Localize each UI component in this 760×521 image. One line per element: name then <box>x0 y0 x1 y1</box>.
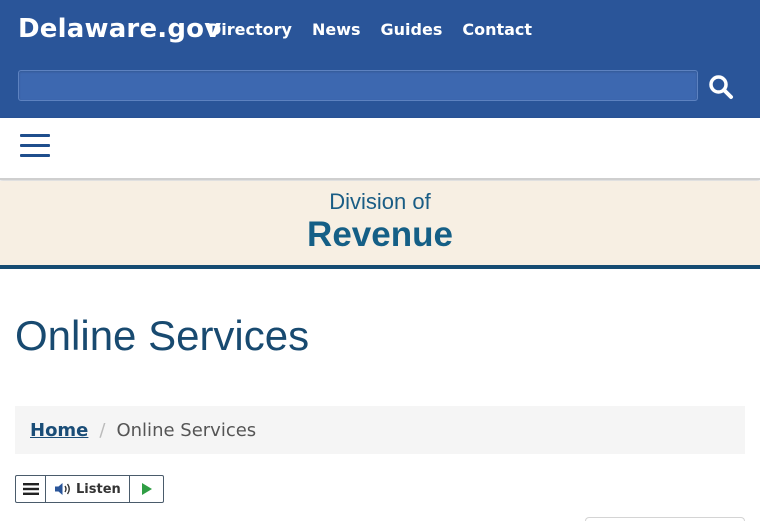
breadcrumb-current: Online Services <box>116 419 257 441</box>
search-button[interactable] <box>706 72 736 102</box>
breadcrumb-separator: / <box>99 419 106 441</box>
hamburger-line <box>20 144 50 147</box>
page-title: Online Services <box>15 312 310 359</box>
menu-lines-icon <box>22 483 39 495</box>
site-brand-link[interactable]: Delaware.gov <box>18 14 221 44</box>
site-header: Delaware.gov Directory News Guides Conta… <box>0 0 760 118</box>
breadcrumb-home-link[interactable]: Home <box>30 420 88 441</box>
breadcrumb: Home / Online Services <box>15 406 745 454</box>
search-input[interactable] <box>18 70 698 101</box>
division-banner[interactable]: Division of Revenue <box>0 181 760 269</box>
speaker-icon <box>55 483 70 495</box>
readspeaker-menu-button[interactable] <box>16 476 46 502</box>
nav-link-news[interactable]: News <box>312 20 361 39</box>
search-icon <box>709 75 733 99</box>
sidebar-panel-edge <box>585 517 745 521</box>
hamburger-menu-icon[interactable] <box>20 134 50 158</box>
banner-revenue-text: Revenue <box>307 215 453 254</box>
nav-link-directory[interactable]: Directory <box>208 20 292 39</box>
play-button[interactable] <box>130 476 163 502</box>
menu-bar <box>0 118 760 180</box>
nav-link-guides[interactable]: Guides <box>381 20 443 39</box>
banner-division-text: Division of <box>329 189 431 214</box>
hamburger-line <box>20 154 50 157</box>
listen-label: Listen <box>76 481 121 497</box>
play-icon <box>141 483 152 495</box>
listen-button[interactable]: Listen <box>46 476 130 502</box>
top-navigation: Directory News Guides Contact <box>208 20 532 39</box>
hamburger-line <box>20 134 50 137</box>
readspeaker-widget: Listen <box>15 475 164 503</box>
nav-link-contact[interactable]: Contact <box>462 20 532 39</box>
